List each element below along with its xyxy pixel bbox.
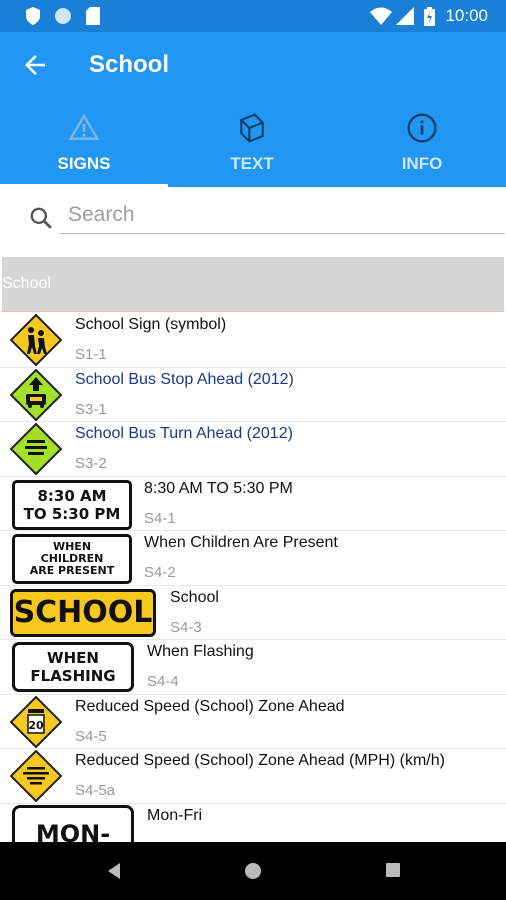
system-nav-bar [0,842,506,900]
tab-signs[interactable]: SIGNS [0,100,168,187]
book-icon [239,113,265,143]
sign-name: School Bus Turn Ahead (2012) [75,425,293,442]
sign-code: S3-2 [75,455,107,472]
sign-name: Reduced Speed (School) Zone Ahead [75,697,345,715]
plate-line: 8:30 AM [37,486,107,505]
signal-icon [396,7,414,25]
speed-number: 20 [28,719,44,732]
list-item[interactable]: 8:30 AM TO 5:30 PM 8:30 AM TO 5:30 PM S4… [0,476,506,531]
sign-name: When Flashing [147,643,254,660]
school-plate-sign: SCHOOL [10,588,156,637]
reduced-speed-mph-sign-icon [10,750,62,802]
school-bus-turn-icon [10,423,62,475]
sign-name: Mon-Fri [147,806,203,824]
list-item[interactable]: WHEN FLASHING When Flashing S4-4 [0,639,506,695]
school-bus-stop-icon [10,368,62,421]
list-item[interactable]: School Sign (symbol) S1-1 [0,312,506,368]
clock: 10:00 [445,6,488,25]
sign-name: School [170,588,219,606]
tab-text[interactable]: TEXT [168,100,336,187]
back-arrow-icon[interactable] [20,50,50,80]
sd-card-icon [86,7,100,25]
plate-line: TO 5:30 PM [23,504,121,523]
back-triangle-icon[interactable] [106,862,122,880]
sign-code: S4-1 [144,509,176,527]
circle-icon [55,8,71,24]
search-bar [0,187,506,257]
signs-list: School Sign (symbol) S1-1 School Bus Sto… [0,312,506,842]
plate-line: WHEN [47,649,99,667]
children-present-plate-sign: WHEN CHILDREN ARE PRESENT [12,534,132,584]
list-item[interactable]: 20 Reduced Speed (School) Zone Ahead S4-… [0,694,506,749]
plate-line: ARE PRESENT [29,564,115,577]
section-header: School [2,257,504,312]
sign-name: When Children Are Present [144,534,338,551]
battery-icon [424,7,435,26]
time-plate-sign: 8:30 AM TO 5:30 PM [12,479,132,530]
plate-line: FLASHING [30,667,116,685]
recents-square-icon[interactable] [385,862,401,878]
wifi-icon [370,7,392,25]
sign-code: S3-1 [75,400,107,418]
sign-name: School Sign (symbol) [75,316,227,333]
sign-name: 8:30 AM TO 5:30 PM [144,479,293,497]
sign-code: S4-2 [144,564,176,581]
sign-name: Reduced Speed (School) Zone Ahead (MPH) … [75,752,445,769]
search-icon[interactable] [28,205,54,231]
list-item[interactable]: School Bus Stop Ahead (2012) S3-1 [0,367,506,422]
home-circle-icon[interactable] [244,862,262,880]
school-sign-icon [10,314,62,366]
tab-info[interactable]: INFO [338,100,506,187]
warning-icon [68,113,100,140]
sign-code: S4-5a [75,782,116,799]
list-item[interactable]: WHEN CHILDREN ARE PRESENT When Children … [0,530,506,586]
info-icon [407,113,437,143]
sign-code: S4-3 [170,618,202,636]
status-bar: 10:00 [0,0,506,32]
app-bar: School [0,32,506,100]
mon-fri-plate-sign: MON-FRI [12,804,134,842]
sign-code: S4-4 [147,673,179,690]
tab-label: SIGNS [57,154,111,173]
tab-bar: SIGNS TEXT INFO [0,100,506,187]
tab-label: INFO [401,154,443,173]
sign-code: S1-1 [75,346,107,363]
sign-code: S4-5 [75,727,107,745]
page-title: School [89,51,170,78]
shield-icon [26,7,40,25]
sign-name: School Bus Stop Ahead (2012) [75,370,294,388]
list-item[interactable]: School Bus Turn Ahead (2012) S3-2 [0,421,506,477]
list-item[interactable]: SCHOOL School S4-3 [0,585,506,640]
reduced-speed-sign-icon: 20 [10,695,62,748]
list-item[interactable]: Reduced Speed (School) Zone Ahead (MPH) … [0,748,506,804]
list-item[interactable]: MON-FRI Mon-Fri [0,803,506,842]
tab-label: TEXT [230,154,274,173]
search-input[interactable] [60,197,505,234]
when-flashing-plate-sign: WHEN FLASHING [12,642,134,692]
